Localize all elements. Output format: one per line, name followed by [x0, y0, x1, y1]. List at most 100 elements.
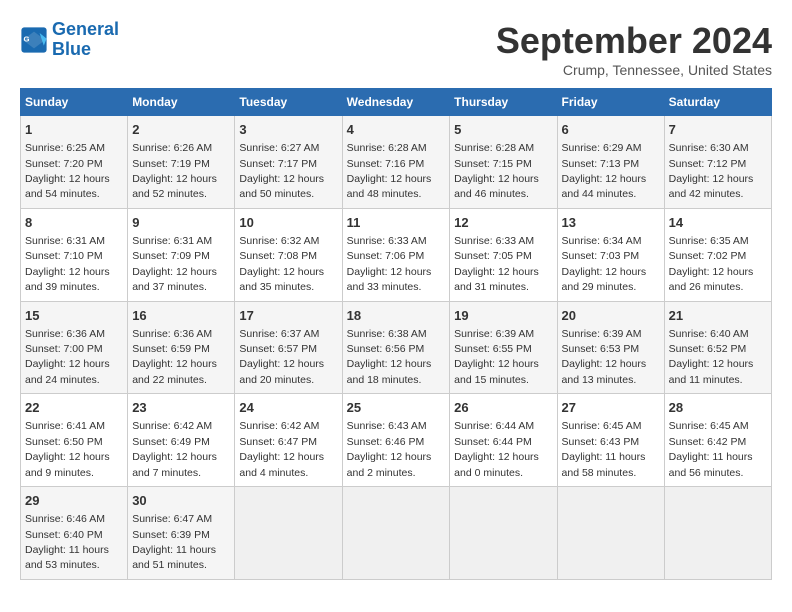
day-info: Sunrise: 6:37 AMSunset: 6:57 PMDaylight:… — [239, 328, 324, 386]
svg-text:G: G — [24, 34, 30, 43]
calendar-cell — [557, 487, 664, 580]
day-number: 1 — [25, 121, 123, 139]
calendar-cell: 26 Sunrise: 6:44 AMSunset: 6:44 PMDaylig… — [450, 394, 557, 487]
day-number: 29 — [25, 492, 123, 510]
header-row: Sunday Monday Tuesday Wednesday Thursday… — [21, 89, 772, 116]
day-number: 27 — [562, 399, 660, 417]
calendar-cell: 3 Sunrise: 6:27 AMSunset: 7:17 PMDayligh… — [235, 116, 342, 209]
day-number: 23 — [132, 399, 230, 417]
calendar-cell: 8 Sunrise: 6:31 AMSunset: 7:10 PMDayligh… — [21, 208, 128, 301]
day-info: Sunrise: 6:40 AMSunset: 6:52 PMDaylight:… — [669, 328, 754, 386]
day-number: 12 — [454, 214, 552, 232]
day-number: 30 — [132, 492, 230, 510]
day-info: Sunrise: 6:38 AMSunset: 6:56 PMDaylight:… — [347, 328, 432, 386]
calendar-cell: 5 Sunrise: 6:28 AMSunset: 7:15 PMDayligh… — [450, 116, 557, 209]
calendar-cell: 13 Sunrise: 6:34 AMSunset: 7:03 PMDaylig… — [557, 208, 664, 301]
day-info: Sunrise: 6:30 AMSunset: 7:12 PMDaylight:… — [669, 142, 754, 200]
day-number: 19 — [454, 307, 552, 325]
calendar-cell: 12 Sunrise: 6:33 AMSunset: 7:05 PMDaylig… — [450, 208, 557, 301]
calendar-cell: 20 Sunrise: 6:39 AMSunset: 6:53 PMDaylig… — [557, 301, 664, 394]
day-number: 24 — [239, 399, 337, 417]
day-number: 9 — [132, 214, 230, 232]
day-number: 28 — [669, 399, 767, 417]
calendar-cell — [235, 487, 342, 580]
col-wednesday: Wednesday — [342, 89, 450, 116]
calendar-cell: 16 Sunrise: 6:36 AMSunset: 6:59 PMDaylig… — [128, 301, 235, 394]
calendar-cell: 14 Sunrise: 6:35 AMSunset: 7:02 PMDaylig… — [664, 208, 771, 301]
day-info: Sunrise: 6:28 AMSunset: 7:16 PMDaylight:… — [347, 142, 432, 200]
calendar-cell: 19 Sunrise: 6:39 AMSunset: 6:55 PMDaylig… — [450, 301, 557, 394]
logo-line1: General — [52, 19, 119, 39]
calendar-cell: 9 Sunrise: 6:31 AMSunset: 7:09 PMDayligh… — [128, 208, 235, 301]
day-info: Sunrise: 6:31 AMSunset: 7:09 PMDaylight:… — [132, 235, 217, 293]
calendar-cell: 27 Sunrise: 6:45 AMSunset: 6:43 PMDaylig… — [557, 394, 664, 487]
col-saturday: Saturday — [664, 89, 771, 116]
day-info: Sunrise: 6:42 AMSunset: 6:47 PMDaylight:… — [239, 420, 324, 478]
day-info: Sunrise: 6:35 AMSunset: 7:02 PMDaylight:… — [669, 235, 754, 293]
day-info: Sunrise: 6:46 AMSunset: 6:40 PMDaylight:… — [25, 513, 109, 571]
calendar-cell: 18 Sunrise: 6:38 AMSunset: 6:56 PMDaylig… — [342, 301, 450, 394]
calendar-cell: 7 Sunrise: 6:30 AMSunset: 7:12 PMDayligh… — [664, 116, 771, 209]
calendar-cell: 28 Sunrise: 6:45 AMSunset: 6:42 PMDaylig… — [664, 394, 771, 487]
day-number: 20 — [562, 307, 660, 325]
calendar-cell: 29 Sunrise: 6:46 AMSunset: 6:40 PMDaylig… — [21, 487, 128, 580]
calendar-cell: 11 Sunrise: 6:33 AMSunset: 7:06 PMDaylig… — [342, 208, 450, 301]
day-number: 15 — [25, 307, 123, 325]
calendar-cell: 23 Sunrise: 6:42 AMSunset: 6:49 PMDaylig… — [128, 394, 235, 487]
day-info: Sunrise: 6:36 AMSunset: 7:00 PMDaylight:… — [25, 328, 110, 386]
logo-line2: Blue — [52, 39, 91, 59]
day-info: Sunrise: 6:32 AMSunset: 7:08 PMDaylight:… — [239, 235, 324, 293]
day-number: 25 — [347, 399, 446, 417]
col-sunday: Sunday — [21, 89, 128, 116]
day-number: 6 — [562, 121, 660, 139]
col-monday: Monday — [128, 89, 235, 116]
day-info: Sunrise: 6:43 AMSunset: 6:46 PMDaylight:… — [347, 420, 432, 478]
title-area: September 2024 Crump, Tennessee, United … — [496, 20, 772, 78]
calendar-cell: 10 Sunrise: 6:32 AMSunset: 7:08 PMDaylig… — [235, 208, 342, 301]
day-number: 7 — [669, 121, 767, 139]
day-info: Sunrise: 6:41 AMSunset: 6:50 PMDaylight:… — [25, 420, 110, 478]
day-number: 10 — [239, 214, 337, 232]
page-subtitle: Crump, Tennessee, United States — [496, 62, 772, 78]
calendar-cell — [342, 487, 450, 580]
day-number: 16 — [132, 307, 230, 325]
day-info: Sunrise: 6:33 AMSunset: 7:06 PMDaylight:… — [347, 235, 432, 293]
day-number: 11 — [347, 214, 446, 232]
header: G General Blue September 2024 Crump, Ten… — [20, 20, 772, 78]
day-number: 5 — [454, 121, 552, 139]
day-info: Sunrise: 6:34 AMSunset: 7:03 PMDaylight:… — [562, 235, 647, 293]
calendar-cell: 6 Sunrise: 6:29 AMSunset: 7:13 PMDayligh… — [557, 116, 664, 209]
day-info: Sunrise: 6:42 AMSunset: 6:49 PMDaylight:… — [132, 420, 217, 478]
calendar-cell — [664, 487, 771, 580]
day-info: Sunrise: 6:45 AMSunset: 6:42 PMDaylight:… — [669, 420, 753, 478]
day-number: 13 — [562, 214, 660, 232]
day-number: 3 — [239, 121, 337, 139]
day-info: Sunrise: 6:45 AMSunset: 6:43 PMDaylight:… — [562, 420, 646, 478]
day-info: Sunrise: 6:26 AMSunset: 7:19 PMDaylight:… — [132, 142, 217, 200]
day-number: 2 — [132, 121, 230, 139]
day-info: Sunrise: 6:33 AMSunset: 7:05 PMDaylight:… — [454, 235, 539, 293]
day-number: 26 — [454, 399, 552, 417]
calendar-cell: 30 Sunrise: 6:47 AMSunset: 6:39 PMDaylig… — [128, 487, 235, 580]
day-number: 4 — [347, 121, 446, 139]
day-info: Sunrise: 6:31 AMSunset: 7:10 PMDaylight:… — [25, 235, 110, 293]
calendar-cell: 22 Sunrise: 6:41 AMSunset: 6:50 PMDaylig… — [21, 394, 128, 487]
calendar-cell — [450, 487, 557, 580]
logo-icon: G — [20, 26, 48, 54]
calendar-week-row: 8 Sunrise: 6:31 AMSunset: 7:10 PMDayligh… — [21, 208, 772, 301]
day-info: Sunrise: 6:39 AMSunset: 6:53 PMDaylight:… — [562, 328, 647, 386]
calendar-cell: 4 Sunrise: 6:28 AMSunset: 7:16 PMDayligh… — [342, 116, 450, 209]
calendar-cell: 17 Sunrise: 6:37 AMSunset: 6:57 PMDaylig… — [235, 301, 342, 394]
day-number: 22 — [25, 399, 123, 417]
day-info: Sunrise: 6:27 AMSunset: 7:17 PMDaylight:… — [239, 142, 324, 200]
logo-text: General Blue — [52, 20, 119, 60]
logo: G General Blue — [20, 20, 119, 60]
calendar-cell: 2 Sunrise: 6:26 AMSunset: 7:19 PMDayligh… — [128, 116, 235, 209]
col-tuesday: Tuesday — [235, 89, 342, 116]
page-title: September 2024 — [496, 20, 772, 62]
col-friday: Friday — [557, 89, 664, 116]
calendar-week-row: 1 Sunrise: 6:25 AMSunset: 7:20 PMDayligh… — [21, 116, 772, 209]
day-info: Sunrise: 6:28 AMSunset: 7:15 PMDaylight:… — [454, 142, 539, 200]
calendar-cell: 15 Sunrise: 6:36 AMSunset: 7:00 PMDaylig… — [21, 301, 128, 394]
calendar-table: Sunday Monday Tuesday Wednesday Thursday… — [20, 88, 772, 580]
